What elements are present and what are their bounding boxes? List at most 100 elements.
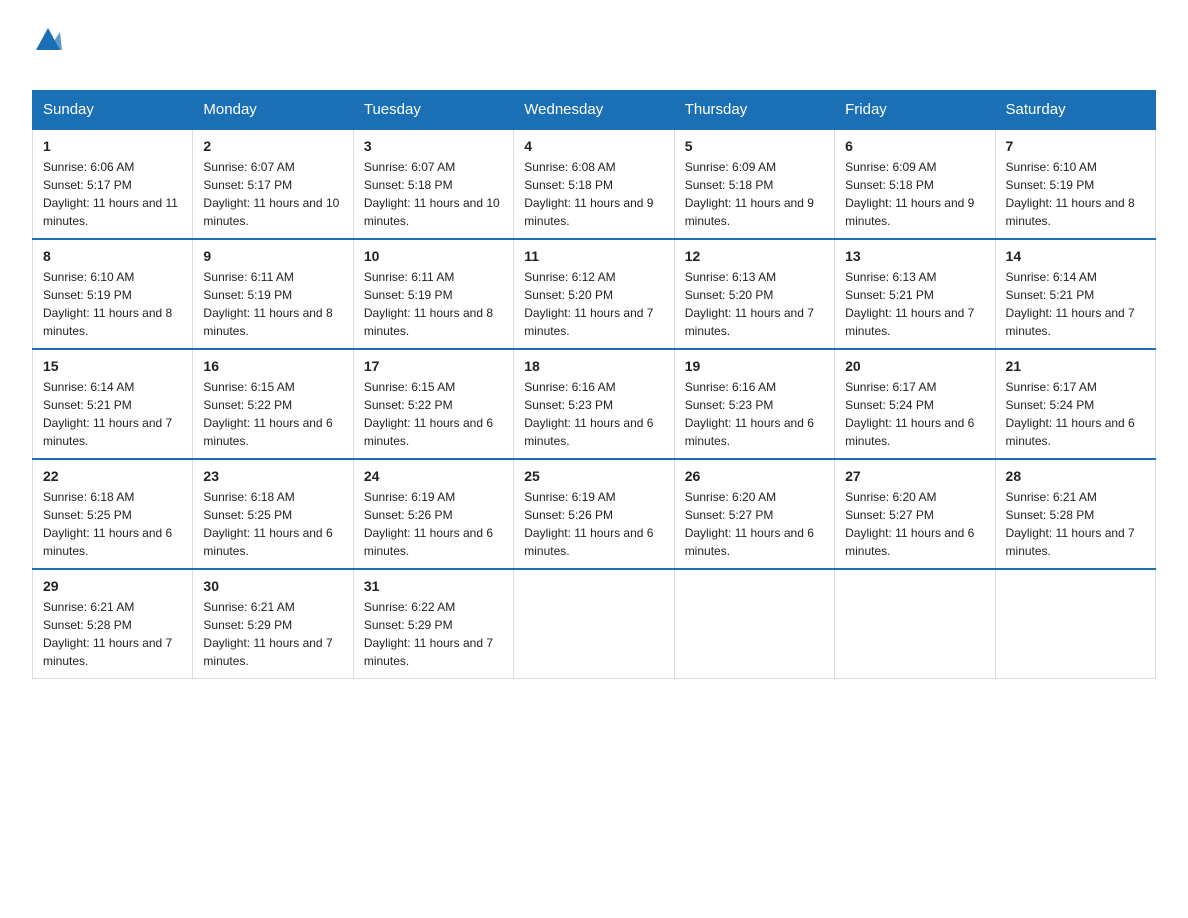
day-info: Sunrise: 6:06 AMSunset: 5:17 PMDaylight:…	[43, 158, 182, 230]
calendar-cell: 21Sunrise: 6:17 AMSunset: 5:24 PMDayligh…	[995, 349, 1155, 459]
calendar-cell: 14 Sunrise: 6:14 AMSunset: 5:21 PMDayligh…	[995, 239, 1155, 349]
day-number: 25	[524, 468, 663, 484]
calendar-cell: 5Sunrise: 6:09 AMSunset: 5:18 PMDaylight…	[674, 129, 834, 239]
calendar-week-row: 29 Sunrise: 6:21 AMSunset: 5:28 PMDayligh…	[33, 569, 1156, 679]
calendar-cell: 31 Sunrise: 6:22 AMSunset: 5:29 PMDayligh…	[353, 569, 513, 679]
calendar-cell: 10 Sunrise: 6:11 AMSunset: 5:19 PMDayligh…	[353, 239, 513, 349]
calendar-cell: 27 Sunrise: 6:20 AMSunset: 5:27 PMDayligh…	[835, 459, 995, 569]
day-info: Sunrise: 6:11 AMSunset: 5:19 PMDaylight:…	[364, 268, 503, 340]
calendar-cell: 16 Sunrise: 6:15 AMSunset: 5:22 PMDayligh…	[193, 349, 353, 459]
calendar-cell	[674, 569, 834, 679]
day-info: Sunrise: 6:13 AMSunset: 5:20 PMDaylight:…	[685, 268, 824, 340]
header-monday: Monday	[193, 91, 353, 130]
day-number: 9	[203, 248, 342, 264]
day-number: 14	[1006, 248, 1145, 264]
day-number: 29	[43, 578, 182, 594]
calendar-cell	[835, 569, 995, 679]
calendar-cell: 6 Sunrise: 6:09 AMSunset: 5:18 PMDaylight…	[835, 129, 995, 239]
calendar-cell: 29 Sunrise: 6:21 AMSunset: 5:28 PMDayligh…	[33, 569, 193, 679]
day-number: 11	[524, 248, 663, 264]
header-friday: Friday	[835, 91, 995, 130]
calendar-cell: 18 Sunrise: 6:16 AMSunset: 5:23 PMDayligh…	[514, 349, 674, 459]
day-number: 10	[364, 248, 503, 264]
day-info: Sunrise: 6:20 AMSunset: 5:27 PMDaylight:…	[685, 488, 824, 560]
calendar-week-row: 15Sunrise: 6:14 AMSunset: 5:21 PMDayligh…	[33, 349, 1156, 459]
header-saturday: Saturday	[995, 91, 1155, 130]
day-number: 21	[1006, 358, 1145, 374]
day-number: 12	[685, 248, 824, 264]
calendar-cell: 23 Sunrise: 6:18 AMSunset: 5:25 PMDayligh…	[193, 459, 353, 569]
day-info: Sunrise: 6:14 AMSunset: 5:21 PMDaylight:…	[1006, 268, 1145, 340]
calendar-cell: 12 Sunrise: 6:13 AMSunset: 5:20 PMDayligh…	[674, 239, 834, 349]
calendar-header-row: SundayMondayTuesdayWednesdayThursdayFrid…	[33, 91, 1156, 130]
day-info: Sunrise: 6:16 AMSunset: 5:23 PMDaylight:…	[524, 378, 663, 450]
day-number: 2	[203, 138, 342, 154]
day-number: 16	[203, 358, 342, 374]
day-info: Sunrise: 6:10 AMSunset: 5:19 PMDaylight:…	[43, 268, 182, 340]
day-info: Sunrise: 6:21 AMSunset: 5:28 PMDaylight:…	[43, 598, 182, 670]
day-info: Sunrise: 6:18 AMSunset: 5:25 PMDaylight:…	[43, 488, 182, 560]
calendar-cell: 24 Sunrise: 6:19 AMSunset: 5:26 PMDayligh…	[353, 459, 513, 569]
calendar-cell: 22 Sunrise: 6:18 AMSunset: 5:25 PMDayligh…	[33, 459, 193, 569]
calendar-cell: 25 Sunrise: 6:19 AMSunset: 5:26 PMDayligh…	[514, 459, 674, 569]
calendar-week-row: 8 Sunrise: 6:10 AMSunset: 5:19 PMDaylight…	[33, 239, 1156, 349]
day-number: 27	[845, 468, 984, 484]
day-info: Sunrise: 6:07 AMSunset: 5:18 PMDaylight:…	[364, 158, 503, 230]
day-number: 5	[685, 138, 824, 154]
day-number: 18	[524, 358, 663, 374]
calendar-cell: 4Sunrise: 6:08 AMSunset: 5:18 PMDaylight…	[514, 129, 674, 239]
header-thursday: Thursday	[674, 91, 834, 130]
day-number: 23	[203, 468, 342, 484]
day-number: 30	[203, 578, 342, 594]
calendar-cell: 1Sunrise: 6:06 AMSunset: 5:17 PMDaylight…	[33, 129, 193, 239]
calendar-cell: 19 Sunrise: 6:16 AMSunset: 5:23 PMDayligh…	[674, 349, 834, 459]
calendar-cell: 15Sunrise: 6:14 AMSunset: 5:21 PMDayligh…	[33, 349, 193, 459]
day-info: Sunrise: 6:18 AMSunset: 5:25 PMDaylight:…	[203, 488, 342, 560]
calendar-cell: 30Sunrise: 6:21 AMSunset: 5:29 PMDayligh…	[193, 569, 353, 679]
day-number: 20	[845, 358, 984, 374]
day-info: Sunrise: 6:12 AMSunset: 5:20 PMDaylight:…	[524, 268, 663, 340]
day-number: 26	[685, 468, 824, 484]
day-info: Sunrise: 6:11 AMSunset: 5:19 PMDaylight:…	[203, 268, 342, 340]
day-number: 7	[1006, 138, 1145, 154]
day-info: Sunrise: 6:21 AMSunset: 5:28 PMDaylight:…	[1006, 488, 1145, 560]
day-info: Sunrise: 6:22 AMSunset: 5:29 PMDaylight:…	[364, 598, 503, 670]
day-info: Sunrise: 6:07 AMSunset: 5:17 PMDaylight:…	[203, 158, 342, 230]
calendar-table: SundayMondayTuesdayWednesdayThursdayFrid…	[32, 90, 1156, 679]
calendar-cell: 3 Sunrise: 6:07 AMSunset: 5:18 PMDaylight…	[353, 129, 513, 239]
day-info: Sunrise: 6:15 AMSunset: 5:22 PMDaylight:…	[203, 378, 342, 450]
day-number: 31	[364, 578, 503, 594]
calendar-cell	[514, 569, 674, 679]
day-number: 15	[43, 358, 182, 374]
logo	[32, 24, 62, 78]
calendar-cell: 8 Sunrise: 6:10 AMSunset: 5:19 PMDaylight…	[33, 239, 193, 349]
day-info: Sunrise: 6:19 AMSunset: 5:26 PMDaylight:…	[364, 488, 503, 560]
day-info: Sunrise: 6:20 AMSunset: 5:27 PMDaylight:…	[845, 488, 984, 560]
day-number: 6	[845, 138, 984, 154]
calendar-cell: 13 Sunrise: 6:13 AMSunset: 5:21 PMDayligh…	[835, 239, 995, 349]
day-info: Sunrise: 6:16 AMSunset: 5:23 PMDaylight:…	[685, 378, 824, 450]
day-number: 8	[43, 248, 182, 264]
day-number: 19	[685, 358, 824, 374]
day-number: 24	[364, 468, 503, 484]
day-number: 17	[364, 358, 503, 374]
logo-wordmark	[32, 24, 62, 52]
calendar-week-row: 22 Sunrise: 6:18 AMSunset: 5:25 PMDayligh…	[33, 459, 1156, 569]
day-info: Sunrise: 6:19 AMSunset: 5:26 PMDaylight:…	[524, 488, 663, 560]
day-info: Sunrise: 6:09 AMSunset: 5:18 PMDaylight:…	[845, 158, 984, 230]
calendar-cell: 17 Sunrise: 6:15 AMSunset: 5:22 PMDayligh…	[353, 349, 513, 459]
day-info: Sunrise: 6:15 AMSunset: 5:22 PMDaylight:…	[364, 378, 503, 450]
calendar-cell	[995, 569, 1155, 679]
calendar-cell: 11 Sunrise: 6:12 AMSunset: 5:20 PMDayligh…	[514, 239, 674, 349]
day-number: 22	[43, 468, 182, 484]
calendar-cell: 20 Sunrise: 6:17 AMSunset: 5:24 PMDayligh…	[835, 349, 995, 459]
day-info: Sunrise: 6:17 AMSunset: 5:24 PMDaylight:…	[845, 378, 984, 450]
day-number: 3	[364, 138, 503, 154]
day-info: Sunrise: 6:08 AMSunset: 5:18 PMDaylight:…	[524, 158, 663, 230]
calendar-cell: 28Sunrise: 6:21 AMSunset: 5:28 PMDayligh…	[995, 459, 1155, 569]
calendar-cell: 26 Sunrise: 6:20 AMSunset: 5:27 PMDayligh…	[674, 459, 834, 569]
calendar-cell: 7Sunrise: 6:10 AMSunset: 5:19 PMDaylight…	[995, 129, 1155, 239]
day-info: Sunrise: 6:13 AMSunset: 5:21 PMDaylight:…	[845, 268, 984, 340]
calendar-cell: 9 Sunrise: 6:11 AMSunset: 5:19 PMDaylight…	[193, 239, 353, 349]
day-number: 13	[845, 248, 984, 264]
